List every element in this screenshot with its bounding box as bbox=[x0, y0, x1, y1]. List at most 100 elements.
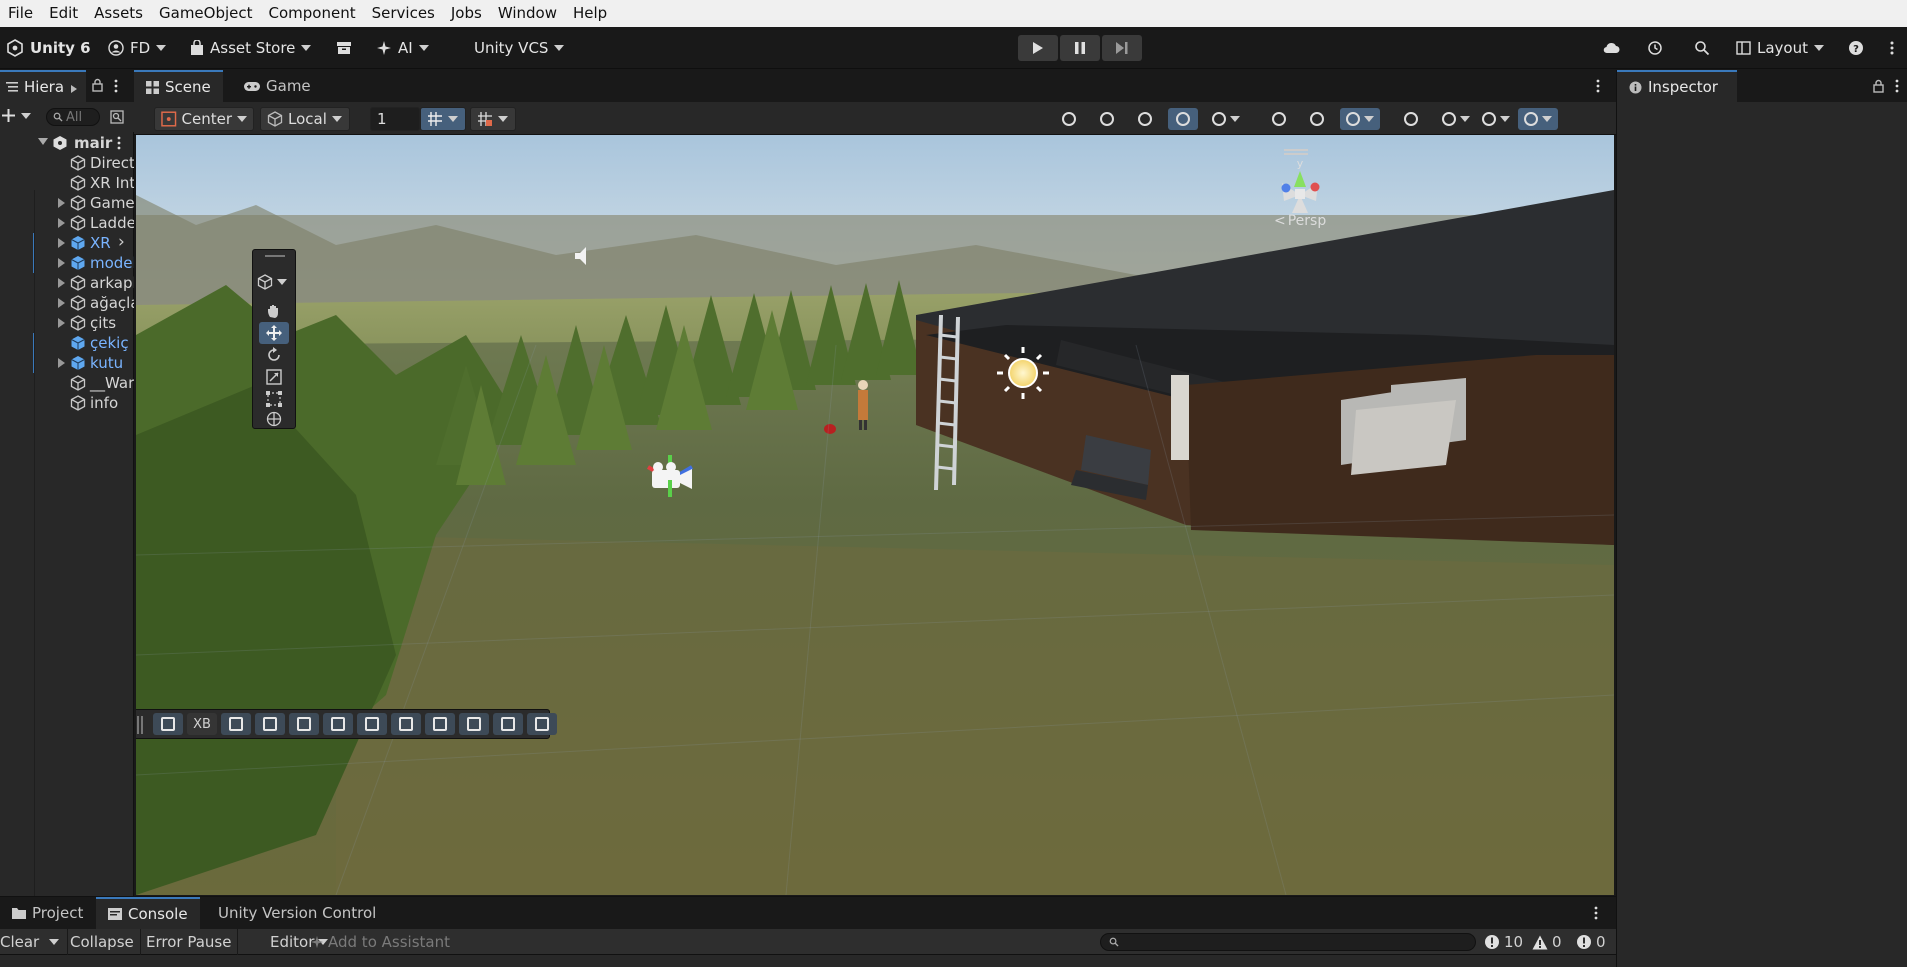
asset-store-dropdown[interactable]: Asset Store bbox=[190, 35, 312, 61]
layers-button[interactable] bbox=[1436, 108, 1476, 130]
menu-file[interactable]: File bbox=[0, 0, 41, 27]
hierarchy-item[interactable]: çits bbox=[0, 313, 134, 333]
help-button[interactable]: ? bbox=[1848, 35, 1864, 61]
history-button[interactable] bbox=[1647, 35, 1663, 61]
expand-arrow-icon[interactable] bbox=[58, 258, 65, 268]
ai-dropdown[interactable]: AI bbox=[376, 35, 429, 61]
tab-project[interactable]: Project bbox=[0, 897, 95, 929]
expand-arrow-icon[interactable] bbox=[58, 298, 65, 308]
account-dropdown[interactable]: FD bbox=[108, 35, 167, 61]
hierarchy-item[interactable]: kutu bbox=[0, 353, 134, 373]
cloud-button[interactable] bbox=[1602, 35, 1620, 61]
prefab-open-icon[interactable]: › bbox=[118, 233, 125, 252]
toolbar-more-button[interactable] bbox=[1890, 35, 1894, 61]
kebab-icon[interactable] bbox=[1596, 79, 1600, 97]
search-overlay-button[interactable] bbox=[459, 713, 489, 735]
screen-overlay-button[interactable] bbox=[527, 713, 557, 735]
pause-button[interactable] bbox=[1060, 35, 1100, 61]
hierarchy-item[interactable]: Ladde bbox=[0, 213, 134, 233]
collapse-toggle[interactable]: Collapse bbox=[64, 929, 141, 955]
version-control-dropdown[interactable]: Unity VCS bbox=[474, 35, 565, 61]
tool-context-dropdown[interactable] bbox=[257, 274, 287, 290]
snap-increment-input[interactable]: 1 bbox=[370, 107, 420, 131]
projection-toggle[interactable]: < Persp bbox=[1274, 213, 1326, 229]
console-search-input[interactable] bbox=[1100, 933, 1476, 951]
clear-button[interactable]: Clear bbox=[0, 929, 69, 955]
play-button[interactable] bbox=[1018, 35, 1058, 61]
menu-help[interactable]: Help bbox=[565, 0, 615, 27]
moon-overlay-button[interactable] bbox=[391, 713, 421, 735]
tab-game[interactable]: Game bbox=[232, 70, 323, 102]
menu-jobs[interactable]: Jobs bbox=[443, 0, 490, 27]
scene-viewport[interactable]: y < Persp XB bbox=[136, 135, 1614, 895]
space-dropdown[interactable]: Local bbox=[260, 107, 350, 131]
terrain-overlay-button[interactable] bbox=[425, 713, 455, 735]
unity-menu-button[interactable]: Unity 6 bbox=[6, 35, 91, 61]
kebab-icon[interactable] bbox=[1895, 79, 1899, 97]
kebab-icon[interactable] bbox=[117, 136, 121, 150]
hierarchy-item[interactable]: model bbox=[0, 253, 134, 273]
menu-component[interactable]: Component bbox=[261, 0, 364, 27]
error-count-toggle[interactable]: 10 bbox=[1484, 929, 1523, 955]
effects-button[interactable] bbox=[1340, 108, 1380, 130]
tab-console[interactable]: Console bbox=[96, 897, 200, 929]
error-pause-toggle[interactable]: Error Pause bbox=[140, 929, 239, 955]
audio-toggle-button[interactable] bbox=[1302, 108, 1332, 130]
expand-arrow-icon[interactable] bbox=[58, 278, 65, 288]
hierarchy-item[interactable]: ağaçla bbox=[0, 293, 134, 313]
search-button[interactable] bbox=[1694, 35, 1710, 61]
transform-tool-button[interactable] bbox=[259, 408, 289, 430]
menu-assets[interactable]: Assets bbox=[86, 0, 151, 27]
menu-edit[interactable]: Edit bbox=[41, 0, 86, 27]
gizmos-button[interactable] bbox=[1518, 108, 1558, 130]
hidden-objects-button[interactable] bbox=[1396, 108, 1426, 130]
hand-tool-button[interactable] bbox=[259, 300, 289, 322]
camera-settings-button[interactable] bbox=[1476, 108, 1516, 130]
lighting-button[interactable] bbox=[1168, 108, 1198, 130]
incremental-snap-toggle[interactable] bbox=[470, 107, 516, 131]
hierarchy-item[interactable]: __War bbox=[0, 373, 134, 393]
sliders-overlay-button[interactable] bbox=[323, 713, 353, 735]
hierarchy-item[interactable]: çekiç bbox=[0, 333, 134, 353]
search-filter-icon[interactable] bbox=[110, 110, 124, 128]
grid-snap-toggle[interactable] bbox=[420, 107, 466, 131]
menu-window[interactable]: Window bbox=[490, 0, 565, 27]
house-overlay-button[interactable] bbox=[153, 713, 183, 735]
tab-scene[interactable]: Scene bbox=[134, 70, 223, 102]
kebab-icon[interactable] bbox=[114, 79, 118, 97]
draw-mode-button[interactable] bbox=[1054, 108, 1084, 130]
menu-gameobject[interactable]: GameObject bbox=[151, 0, 261, 27]
xb-overlay-button[interactable]: XB bbox=[187, 713, 217, 735]
lock-icon[interactable] bbox=[92, 78, 103, 96]
tab-inspector[interactable]: Inspector bbox=[1617, 70, 1737, 102]
drag-handle[interactable] bbox=[265, 255, 285, 257]
kebab-icon[interactable] bbox=[1594, 906, 1598, 924]
rect-tool-button[interactable] bbox=[259, 388, 289, 410]
hierarchy-item[interactable]: info bbox=[0, 393, 134, 413]
move-tool-button[interactable] bbox=[259, 322, 289, 344]
layout-dropdown[interactable]: Layout bbox=[1736, 35, 1824, 61]
hierarchy-item[interactable]: Direct bbox=[0, 153, 134, 173]
navmesh-overlay-button[interactable] bbox=[357, 713, 387, 735]
scale-tool-button[interactable] bbox=[259, 366, 289, 388]
package-manager-button[interactable] bbox=[336, 35, 352, 61]
expand-arrow-icon[interactable] bbox=[58, 238, 65, 248]
rotate-tool-button[interactable] bbox=[259, 344, 289, 366]
hierarchy-search-input[interactable]: All bbox=[46, 108, 100, 126]
pivot-overlay-button[interactable] bbox=[493, 713, 523, 735]
create-button[interactable] bbox=[2, 109, 31, 122]
tab-overflow-icon[interactable] bbox=[70, 80, 78, 98]
warning-count-toggle[interactable]: 0 bbox=[1532, 929, 1562, 955]
mode-2d-button[interactable] bbox=[1264, 108, 1294, 130]
shaded-wire-button[interactable] bbox=[1092, 108, 1122, 130]
shaded-button[interactable] bbox=[1130, 108, 1160, 130]
drag-handle[interactable] bbox=[137, 716, 139, 734]
gizmo-drag-handle[interactable] bbox=[1284, 149, 1308, 151]
probe-overlay-button[interactable] bbox=[289, 713, 319, 735]
expand-arrow-icon[interactable] bbox=[38, 138, 48, 145]
expand-arrow-icon[interactable] bbox=[58, 358, 65, 368]
expand-arrow-icon[interactable] bbox=[58, 318, 65, 328]
debug-draw-button[interactable] bbox=[1206, 108, 1246, 130]
hierarchy-item[interactable]: XR Int bbox=[0, 173, 134, 193]
step-button[interactable] bbox=[1102, 35, 1142, 61]
